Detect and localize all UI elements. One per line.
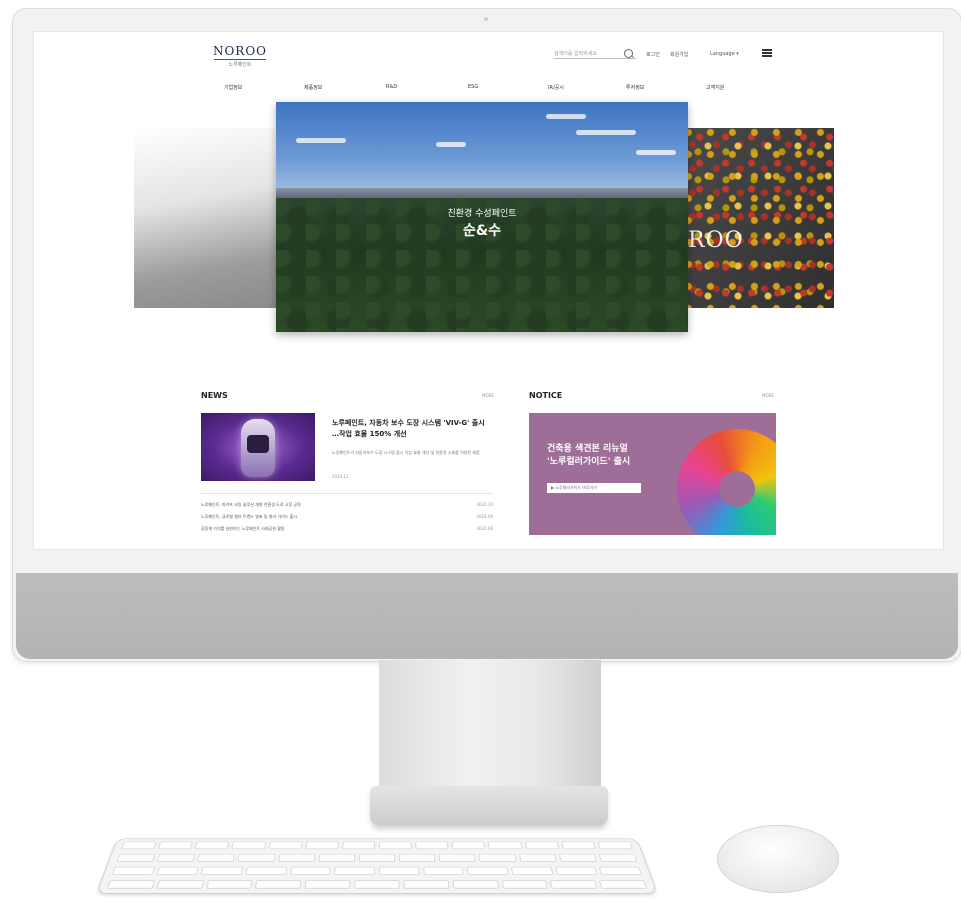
language-label: Language: [710, 51, 735, 57]
login-link[interactable]: 로그인: [646, 51, 660, 58]
news-item-date: 2024.10: [476, 502, 493, 507]
keyboard: [96, 838, 658, 894]
menu-icon[interactable]: [762, 49, 772, 57]
logo-subtext: 노루페인트: [228, 62, 252, 68]
hero-caption-sub: 친환경 수성페인트: [447, 209, 517, 219]
news-thumbnail[interactable]: [201, 413, 315, 481]
monitor-stand: [379, 660, 601, 788]
notice-banner[interactable]: 건축용 색견본 리뉴얼 '노루컬러가이드' 출시 ▶ 노루컬러가이드 바로가기: [529, 413, 776, 535]
notice-line-1: 건축용 색견본 리뉴얼: [547, 444, 628, 454]
logo-underline: [214, 59, 266, 60]
news-list-item[interactable]: 공동체 가치를 실현하는 노루페인트 사회공헌 활동 2024.08: [201, 526, 493, 532]
notice-button-label: 노루컬러가이드 바로가기: [555, 485, 598, 490]
gnb-item-esg[interactable]: ESG: [468, 84, 478, 90]
news-item-text: 노루페인트, 글로벌 컬러 트렌드 발표 및 컬러 가이드 출시: [201, 514, 298, 519]
gnb-item-company[interactable]: 기업정보: [224, 84, 242, 91]
join-link[interactable]: 회원가입: [670, 51, 688, 58]
screen: NOROO 노루페인트 검색어를 입력하세요 로그인 회원가입 Language…: [33, 31, 944, 550]
monitor-chin: [16, 573, 958, 659]
news-item-text: 공동체 가치를 실현하는 노루페인트 사회공헌 활동: [201, 526, 285, 531]
news-date: 2024.11: [332, 474, 349, 479]
notice-line-2: '노루컬러가이드' 출시: [547, 457, 631, 467]
slide-image: [684, 128, 834, 308]
mouse: [717, 825, 839, 893]
slide-sky: [276, 102, 688, 197]
notice-title: NOTICE: [529, 391, 563, 400]
news-more-link[interactable]: MORE: [482, 393, 494, 398]
color-fan-image: [660, 413, 776, 535]
car-image: [241, 419, 275, 477]
news-description: 노루페인트가 자동차보수 도장 시스템 출시 작업 효율 개선 및 친환경 소재…: [332, 450, 480, 455]
gnb-item-products[interactable]: 제품정보: [304, 84, 322, 91]
color-fan-center: [719, 471, 755, 507]
hero-slide-main[interactable]: 친환경 수성페인트 순&수: [276, 102, 688, 332]
site-logo[interactable]: NOROO 노루페인트: [210, 44, 270, 68]
news-item-date: 2024.09: [476, 514, 493, 519]
camera: [484, 17, 488, 21]
hero-caption-title: 순&수: [463, 223, 501, 239]
notice-more-link[interactable]: MORE: [762, 393, 774, 398]
notice-banner-text: 건축용 색견본 리뉴얼 '노루컬러가이드' 출시: [547, 443, 630, 469]
notice-banner-button[interactable]: ▶ 노루컬러가이드 바로가기: [547, 483, 641, 493]
gnb-item-support[interactable]: 고객지원: [706, 84, 724, 91]
monitor-stand-base: [370, 786, 608, 826]
gnb-item-ir[interactable]: IR/공시: [548, 84, 564, 91]
search-icon[interactable]: [624, 49, 633, 58]
news-item-text: 노루페인트, 파이프 코팅 솔루션 개발 친환경 도료 시장 공략: [201, 502, 301, 507]
news-title: NEWS: [201, 391, 228, 400]
gnb-item-invest[interactable]: 투자정보: [626, 84, 644, 91]
logo-text: NOROO: [212, 44, 268, 58]
news-list-item[interactable]: 노루페인트, 파이프 코팅 솔루션 개발 친환경 도료 시장 공략 2024.10: [201, 502, 493, 508]
language-select[interactable]: Language ▾: [710, 51, 739, 57]
slide-next-logo: ROO: [688, 228, 744, 253]
news-item-date: 2024.08: [476, 526, 493, 531]
news-headline[interactable]: 노루페인트, 자동차 보수 도장 시스템 'VIV-G' 출시 …작업 효율 1…: [332, 418, 492, 440]
hero-slide-next[interactable]: ROO: [684, 128, 834, 308]
news-list-item[interactable]: 노루페인트, 글로벌 컬러 트렌드 발표 및 컬러 가이드 출시 2024.09: [201, 514, 493, 520]
hero-slide-prev[interactable]: [134, 128, 284, 308]
gnb-item-rnd[interactable]: R&D: [386, 84, 397, 90]
news-divider: [201, 493, 493, 494]
